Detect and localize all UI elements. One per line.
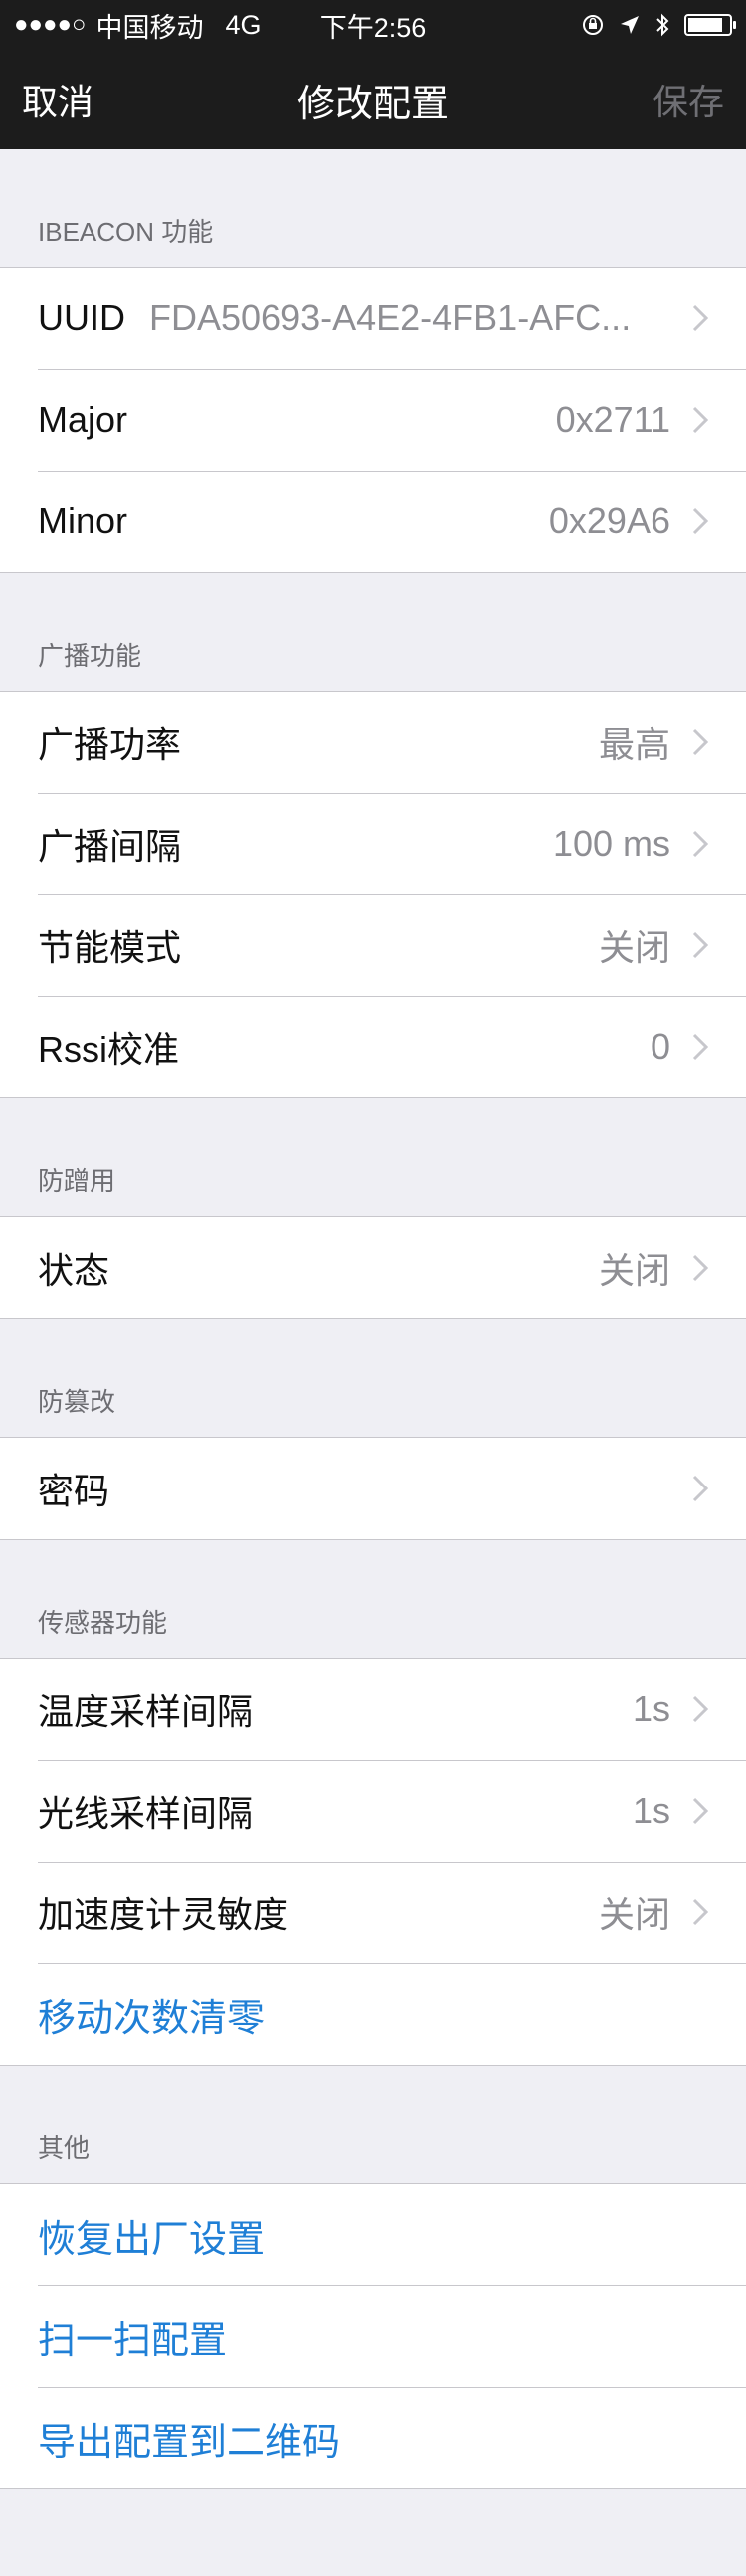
location-arrow-icon	[621, 16, 639, 34]
broadcast-interval-value: 100 ms	[552, 823, 670, 864]
status-bar: ●●●●○ 中国移动 4G 下午2:56	[0, 0, 746, 50]
group-sensor: 温度采样间隔 1s 光线采样间隔 1s 加速度计灵敏度 关闭 移动次数清零	[0, 1658, 746, 2066]
chevron-right-icon	[692, 1475, 708, 1502]
broadcast-interval-label: 广播间隔	[38, 826, 182, 867]
chevron-right-icon	[692, 1797, 708, 1825]
light-interval-row[interactable]: 光线采样间隔 1s	[0, 1760, 746, 1862]
uuid-value: FDA50693-A4E2-4FB1-AFC...	[149, 297, 632, 338]
energy-mode-label: 节能模式	[38, 927, 182, 968]
chevron-right-icon	[692, 304, 708, 332]
major-value: 0x2711	[555, 399, 670, 440]
chevron-right-icon	[692, 830, 708, 858]
password-row[interactable]: 密码	[0, 1438, 746, 1539]
group-ibeacon: UUID FDA50693-A4E2-4FB1-AFC... Major 0x2…	[0, 267, 746, 573]
uuid-label: UUID	[38, 297, 125, 338]
minor-label: Minor	[38, 500, 128, 541]
save-button[interactable]: 保存	[653, 74, 724, 125]
energy-mode-row[interactable]: 节能模式 关闭	[0, 894, 746, 996]
group-anti-tamper: 密码	[0, 1437, 746, 1540]
section-header-ibeacon: IBEACON 功能	[38, 217, 214, 247]
light-interval-value: 1s	[632, 1790, 670, 1831]
minor-value: 0x29A6	[548, 500, 670, 541]
accelerometer-sensitivity-row[interactable]: 加速度计灵敏度 关闭	[0, 1862, 746, 1963]
group-broadcast: 广播功率 最高 广播间隔 100 ms 节能模式 关闭 Rssi校准 0	[0, 691, 746, 1098]
status-right	[581, 12, 736, 38]
section-header-anti-hijack: 防蹭用	[38, 1166, 116, 1196]
network-type: 4G	[225, 9, 262, 40]
section-header-broadcast: 广播功能	[38, 641, 142, 671]
group-other: 恢复出厂设置 扫一扫配置 导出配置到二维码	[0, 2183, 746, 2489]
page-title: 修改配置	[296, 83, 449, 125]
anti-hijack-state-value: 关闭	[598, 1250, 670, 1290]
factory-reset-button[interactable]: 恢复出厂设置	[0, 2184, 746, 2285]
major-row[interactable]: Major 0x2711	[0, 369, 746, 471]
light-interval-label: 光线采样间隔	[38, 1793, 254, 1834]
minor-row[interactable]: Minor 0x29A6	[0, 471, 746, 572]
group-anti-hijack: 状态 关闭	[0, 1216, 746, 1319]
chevron-right-icon	[692, 728, 708, 756]
accelerometer-sensitivity-value: 关闭	[598, 1894, 670, 1935]
chevron-right-icon	[692, 1695, 708, 1723]
section-header-other: 其他	[38, 2133, 91, 2163]
chevron-right-icon	[692, 1033, 708, 1061]
export-qr-button[interactable]: 导出配置到二维码	[0, 2387, 746, 2488]
chevron-right-icon	[692, 1254, 708, 1282]
broadcast-interval-row[interactable]: 广播间隔 100 ms	[0, 793, 746, 894]
rssi-calibration-label: Rssi校准	[38, 1029, 179, 1070]
reset-move-count-button[interactable]: 移动次数清零	[0, 1963, 746, 2065]
broadcast-power-label: 广播功率	[38, 724, 182, 765]
rssi-calibration-row[interactable]: Rssi校准 0	[0, 996, 746, 1097]
scan-config-button[interactable]: 扫一扫配置	[0, 2285, 746, 2387]
section-header-anti-tamper: 防篡改	[38, 1387, 116, 1417]
chevron-right-icon	[692, 406, 708, 434]
temperature-interval-row[interactable]: 温度采样间隔 1s	[0, 1659, 746, 1760]
section-header-sensor: 传感器功能	[38, 1608, 168, 1638]
broadcast-power-row[interactable]: 广播功率 最高	[0, 692, 746, 793]
rotation-lock-icon	[583, 15, 603, 35]
uuid-row[interactable]: UUID FDA50693-A4E2-4FB1-AFC...	[0, 268, 746, 369]
battery-icon	[684, 14, 736, 36]
temperature-interval-label: 温度采样间隔	[38, 1691, 254, 1732]
navigation-bar: 取消 修改配置 保存	[0, 50, 746, 149]
major-label: Major	[38, 399, 128, 440]
chevron-right-icon	[692, 507, 708, 535]
cancel-button[interactable]: 取消	[22, 74, 93, 125]
signal-strength-icon: ●●●●○	[14, 11, 87, 38]
password-label: 密码	[38, 1471, 110, 1511]
settings-list: IBEACON 功能 UUID FDA50693-A4E2-4FB1-AFC..…	[0, 149, 746, 2489]
temperature-interval-value: 1s	[632, 1688, 670, 1729]
energy-mode-value: 关闭	[598, 927, 670, 968]
accelerometer-sensitivity-label: 加速度计灵敏度	[38, 1894, 289, 1935]
status-left: ●●●●○ 中国移动 4G	[14, 6, 262, 45]
anti-hijack-state-row[interactable]: 状态 关闭	[0, 1217, 746, 1318]
anti-hijack-state-label: 状态	[38, 1250, 110, 1290]
broadcast-power-value: 最高	[598, 724, 670, 765]
bluetooth-icon	[656, 13, 669, 37]
carrier-label: 中国移动	[95, 12, 204, 43]
rssi-calibration-value: 0	[650, 1026, 670, 1067]
chevron-right-icon	[692, 1898, 708, 1926]
chevron-right-icon	[692, 931, 708, 959]
